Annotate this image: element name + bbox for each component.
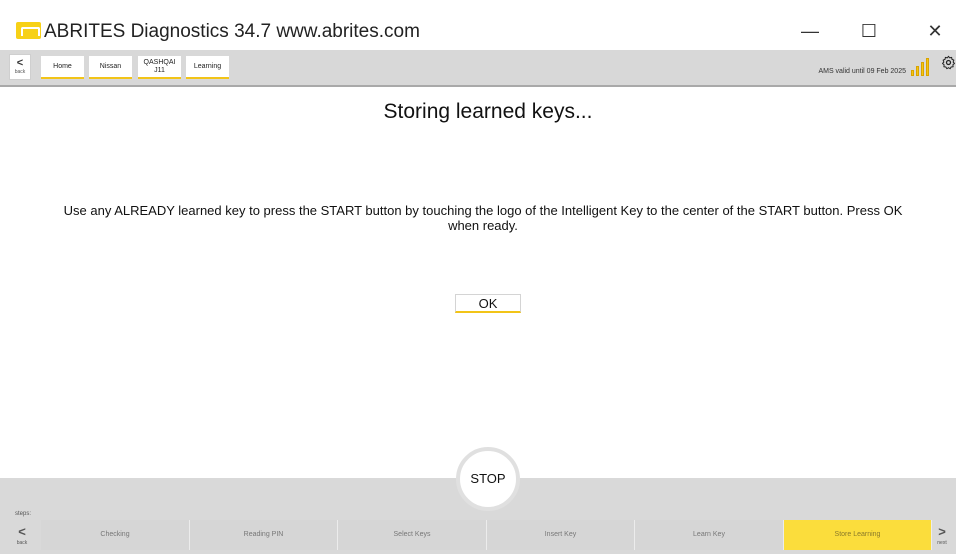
steps-progress-bar: < back Checking Reading PIN Select Keys … <box>0 520 956 554</box>
minimize-button[interactable]: — <box>790 19 830 43</box>
step-insert-key: Insert Key <box>487 520 635 550</box>
breadcrumb-nissan[interactable]: Nissan <box>89 56 132 79</box>
step-learn-key: Learn Key <box>635 520 784 550</box>
breadcrumb: < back Home Nissan QASHQAI J11 Learning … <box>0 50 956 87</box>
chevron-left-icon: < <box>16 57 24 69</box>
chevron-right-icon: > <box>938 524 946 539</box>
signal-bars-icon <box>911 58 933 76</box>
step-store-learning: Store Learning <box>784 520 932 550</box>
breadcrumb-home[interactable]: Home <box>41 56 84 79</box>
back-label: back <box>14 69 26 75</box>
breadcrumb-qashqai-j11[interactable]: QASHQAI J11 <box>138 56 181 79</box>
title-bar: ABRITES Diagnostics 34.7 www.abrites.com… <box>0 9 956 51</box>
breadcrumb-learning[interactable]: Learning <box>186 56 229 79</box>
abrites-logo-icon <box>16 22 41 39</box>
step-reading-pin: Reading PIN <box>190 520 338 550</box>
gear-icon[interactable] <box>941 55 956 70</box>
steps-back-label: back <box>16 540 28 546</box>
steps-next-button[interactable]: > next <box>928 520 956 554</box>
steps-next-label: next <box>937 540 947 546</box>
step-checking: Checking <box>41 520 190 550</box>
close-button[interactable]: ✕ <box>915 19 955 43</box>
page-title: Storing learned keys... <box>383 100 593 123</box>
instruction-text: Use any ALREADY learned key to press the… <box>63 203 903 233</box>
back-button[interactable]: < back <box>9 54 31 80</box>
maximize-button[interactable]: ☐ <box>849 19 889 43</box>
ok-button[interactable]: OK <box>455 294 521 313</box>
steps-back-button[interactable]: < back <box>5 520 39 554</box>
stop-button[interactable]: STOP <box>456 447 520 511</box>
steps-label: steps: <box>15 511 32 517</box>
ams-status-text: AMS valid until 09 Feb 2025 <box>818 68 906 75</box>
window-title: ABRITES Diagnostics 34.7 www.abrites.com <box>44 21 420 42</box>
step-select-keys: Select Keys <box>338 520 487 550</box>
chevron-left-icon: < <box>18 524 26 539</box>
